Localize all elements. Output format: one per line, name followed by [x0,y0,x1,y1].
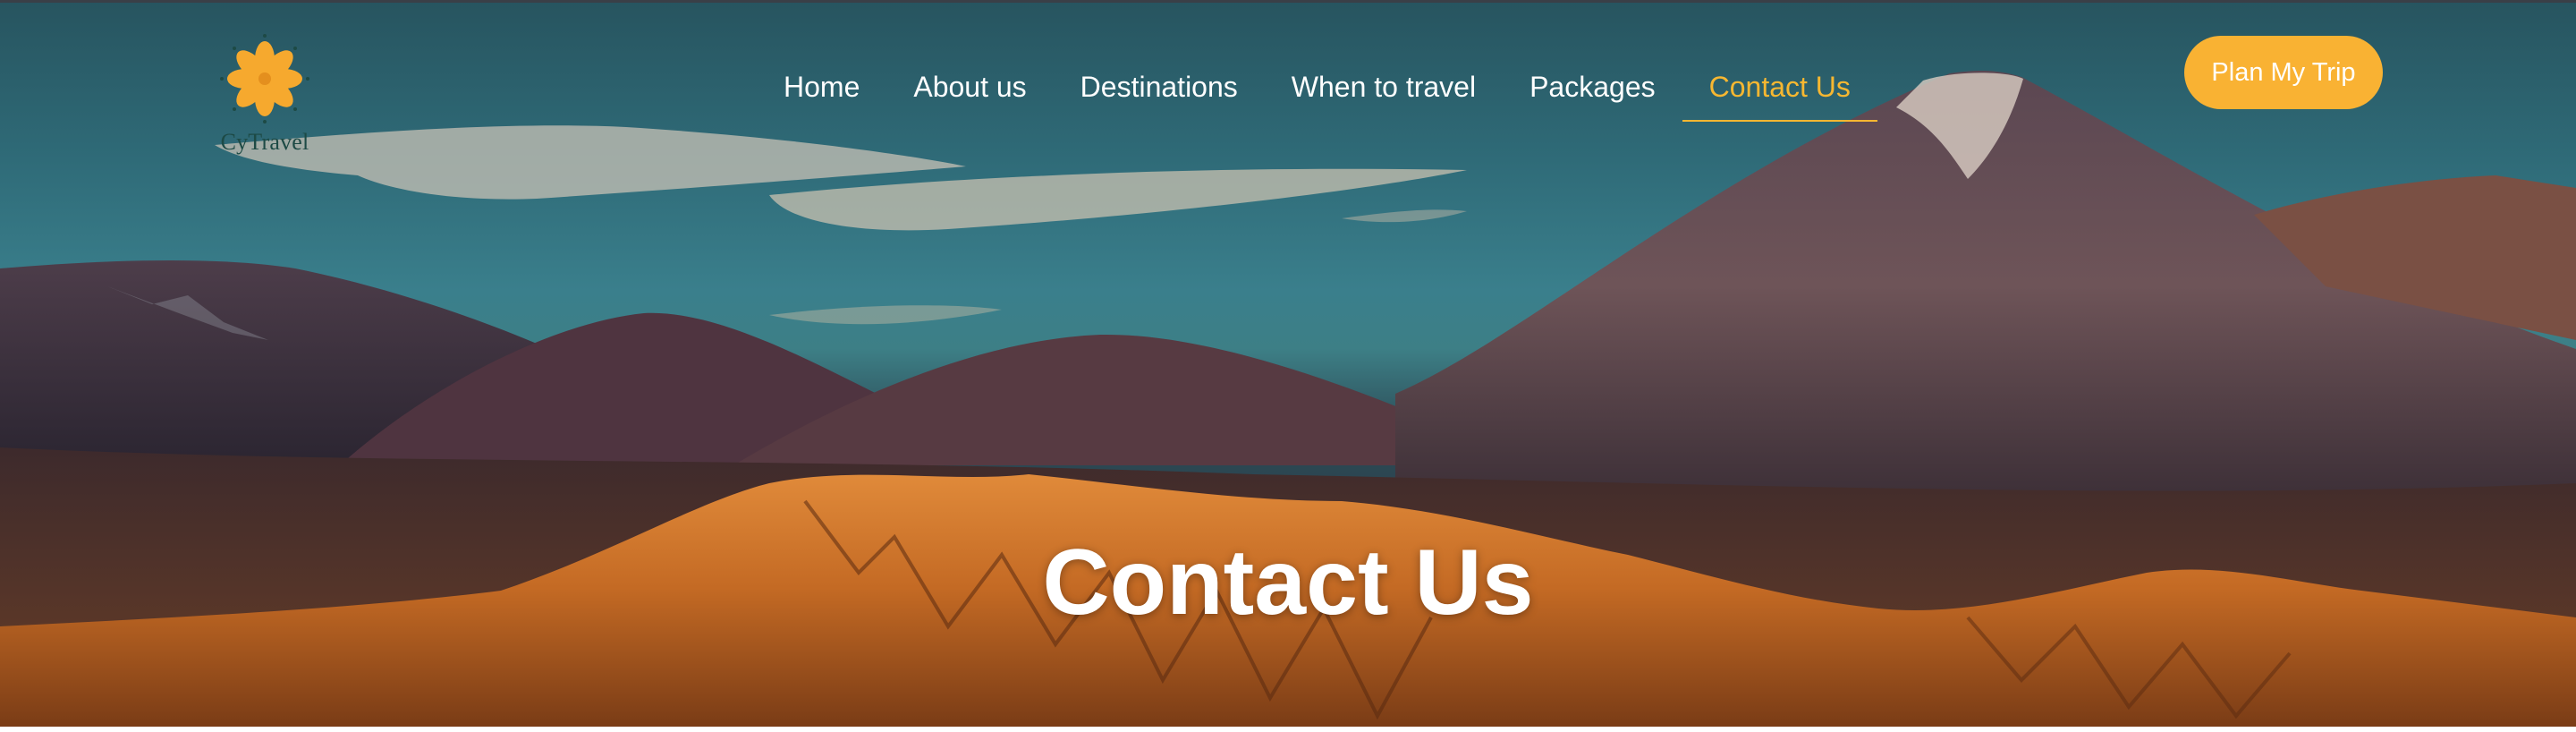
top-border [0,0,2576,3]
brand-name: CyTravel [220,129,309,155]
nav-item-when-to-travel[interactable]: When to travel [1265,64,1503,109]
flower-logo-icon [220,34,309,123]
plan-my-trip-button[interactable]: Plan My Trip [2184,36,2383,109]
nav-item-contact-us[interactable]: Contact Us [1682,64,1878,122]
page-title: Contact Us [1042,530,1534,634]
main-nav: Home About us Destinations When to trave… [757,64,1878,122]
brand-logo[interactable]: CyTravel [211,32,318,159]
nav-item-about-us[interactable]: About us [886,64,1053,109]
nav-item-packages[interactable]: Packages [1503,64,1682,109]
nav-item-home[interactable]: Home [757,64,886,109]
nav-item-destinations[interactable]: Destinations [1054,64,1265,109]
